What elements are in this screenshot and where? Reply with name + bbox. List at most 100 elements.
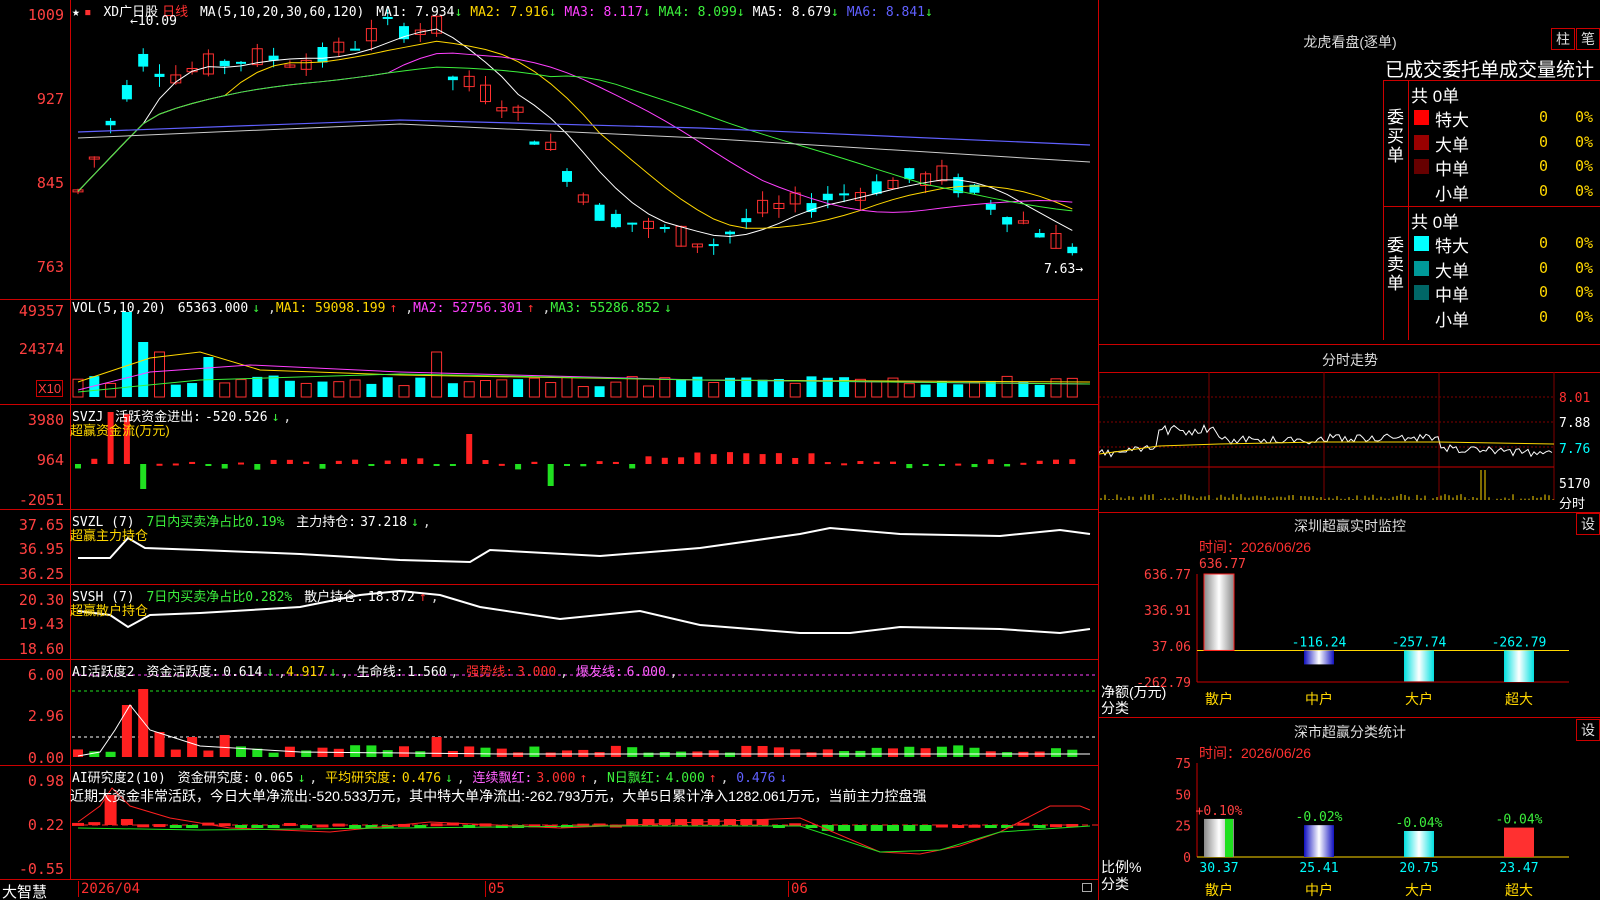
volume-bar bbox=[300, 382, 312, 398]
candlestick-chart[interactable] bbox=[0, 0, 1098, 300]
activity-bar bbox=[529, 746, 540, 757]
candle-down bbox=[659, 227, 670, 230]
flow-bar bbox=[238, 462, 244, 465]
count-view-button[interactable]: 笔 bbox=[1576, 28, 1600, 50]
sell-orders-label: 委卖单 bbox=[1387, 236, 1404, 293]
flow-bar bbox=[1053, 459, 1059, 464]
ai-research-panel[interactable]: 0.98 0.22 -0.55 AI研究度2(10) 资金研究度: 0.065 ↓,… bbox=[0, 766, 1098, 880]
candle-down bbox=[317, 47, 328, 63]
order-type-label: 特大 bbox=[1435, 111, 1469, 130]
classify-category: 中户 bbox=[1305, 882, 1333, 898]
flow-bar bbox=[303, 461, 310, 464]
dragon-title: 龙虎看盘(逐单) bbox=[1303, 34, 1397, 50]
date-label-may: 05 bbox=[485, 881, 505, 897]
research-bar bbox=[267, 825, 280, 828]
flow-bar bbox=[922, 464, 929, 466]
stats-tabs[interactable]: 已成交委托单成交量统计 bbox=[1385, 55, 1594, 82]
lock-icon[interactable] bbox=[1082, 883, 1092, 892]
order-swatch bbox=[1414, 260, 1429, 276]
svzj-tick-2: 964 bbox=[36, 451, 64, 469]
svsh-tick-1: 20.30 bbox=[18, 591, 64, 609]
candle-down bbox=[708, 244, 719, 247]
monitor-chart[interactable]: 636.77 336.91 37.06 -262.79 636.77 散户 -116.24 中… bbox=[1099, 552, 1600, 712]
volume-bar bbox=[757, 379, 768, 397]
candlestick-panel[interactable]: 1009 927 845 763 ★ ▪ XD广日股 日线 MA(5,10,20,3… bbox=[0, 0, 1098, 300]
research-bar bbox=[349, 825, 362, 828]
ma-value-5: MA5: 8.679↓ bbox=[752, 5, 839, 20]
flow-bar bbox=[221, 464, 228, 469]
svzj-subtitle: 超赢资金流(万元) bbox=[70, 423, 170, 438]
monitor-settings-button[interactable]: 设 bbox=[1576, 513, 1600, 535]
research-bar bbox=[935, 824, 948, 828]
intraday-vol-unit: 分时 bbox=[1559, 496, 1586, 511]
activity-bar bbox=[920, 748, 931, 757]
research-bar bbox=[984, 825, 997, 828]
activity-bar bbox=[219, 735, 230, 757]
flow-bar bbox=[580, 464, 587, 467]
order-swatch bbox=[1414, 236, 1429, 251]
classify-title: 深市超赢分类统计 bbox=[1294, 724, 1406, 740]
chart-area[interactable]: 1009 927 845 763 ★ ▪ XD广日股 日线 MA(5,10,20,3… bbox=[0, 0, 1098, 900]
svzl-tick-1: 37.65 bbox=[18, 516, 64, 534]
activity-bar bbox=[431, 737, 442, 757]
date-label-apr: 2026/04 bbox=[78, 881, 140, 897]
classify-category: 超大 bbox=[1505, 882, 1533, 898]
activity-bar bbox=[904, 746, 915, 757]
candle-down bbox=[610, 213, 621, 228]
svzl-panel[interactable]: 37.65 36.95 36.25 SVZL (7) 7日内买卖净占比0.19%… bbox=[0, 510, 1098, 585]
ma-line bbox=[77, 66, 1073, 212]
activity-bar bbox=[399, 746, 409, 757]
flow-bar bbox=[743, 453, 750, 464]
classify-change-label: -0.04% bbox=[1496, 813, 1543, 828]
order-count: 0 bbox=[1539, 283, 1549, 301]
svsh-panel[interactable]: 20.30 19.43 18.60 SVSH (7) 7日内买卖净占比0.282… bbox=[0, 585, 1098, 660]
volume-bar bbox=[1018, 382, 1029, 397]
activity-bar bbox=[725, 752, 735, 757]
ai1-legend: AI活跃度2 资金活跃度: 0.614 ↓ ,4.917 ↓, 生命线: 1.560, 强… bbox=[72, 665, 678, 680]
volume-bar bbox=[480, 380, 491, 398]
activity-bar bbox=[203, 750, 214, 757]
vol-unit-badge: X10 bbox=[36, 380, 64, 397]
favorite-star-icon[interactable]: ★ bbox=[72, 5, 80, 20]
volume-bar bbox=[105, 382, 117, 398]
order-count: 0 bbox=[1539, 108, 1549, 126]
activity-bar bbox=[154, 732, 165, 757]
activity-bar bbox=[741, 745, 752, 757]
svzj-panel[interactable]: 3980 964 -2051 SVZJ 活跃资金进出: -520.526 ↓, 超赢… bbox=[0, 405, 1098, 510]
classify-chart[interactable]: 75 50 25 0 +0.10% 30.37 散户 -0.02% 25.41 中户 -0.04% 2… bbox=[1099, 755, 1600, 900]
volume-panel[interactable]: 49357 24374 X10 VOL(5,10,20) 65363.000 ↓,… bbox=[0, 300, 1098, 405]
vol-tick-1: 49357 bbox=[18, 302, 64, 320]
classify-value-label: 23.47 bbox=[1499, 861, 1538, 876]
ai-activity-panel[interactable]: 6.00 2.96 0.00 AI活跃度2 资金活跃度: 0.614 ↓ ,4.917… bbox=[0, 660, 1098, 766]
order-type-label: 中单 bbox=[1435, 286, 1469, 305]
volume-bar bbox=[920, 384, 931, 397]
price-tick-1: 1009 bbox=[27, 6, 64, 24]
classify-settings-button[interactable]: 设 bbox=[1576, 719, 1600, 741]
ai2-tick-2: 0.22 bbox=[27, 816, 64, 834]
activity-bar bbox=[366, 745, 377, 757]
order-pct: 0% bbox=[1575, 157, 1594, 175]
order-pct: 0% bbox=[1575, 132, 1594, 151]
order-count: 0 bbox=[1539, 157, 1549, 175]
activity-bar bbox=[480, 747, 491, 757]
flow-bar bbox=[775, 453, 782, 464]
flow-bar bbox=[694, 452, 701, 464]
activity-bar bbox=[790, 749, 801, 757]
candle-down bbox=[447, 76, 458, 81]
intraday-chart[interactable] bbox=[1099, 372, 1600, 512]
intraday-price-3: 7.76 bbox=[1559, 442, 1591, 457]
classify-change-label: -0.02% bbox=[1296, 810, 1343, 825]
bar-view-button[interactable]: 柱 bbox=[1551, 28, 1575, 50]
volume-bar bbox=[773, 378, 784, 397]
monitor-title: 深圳超赢实时监控 bbox=[1294, 518, 1406, 534]
ma-spec: MA(5,10,20,30,60,120) bbox=[199, 5, 365, 20]
volume-bar bbox=[203, 357, 214, 397]
research-bar bbox=[186, 825, 199, 828]
date-axis[interactable]: 大智慧 2026/04 05 06 bbox=[0, 880, 1098, 900]
order-type-label: 大单 bbox=[1435, 135, 1469, 155]
flow-bar bbox=[678, 457, 685, 464]
ai-comment: 近期大资金非常活跃，今日大单净流出:-520.533万元，其中特大单净流出:-2… bbox=[70, 788, 927, 804]
candle-down bbox=[236, 61, 246, 64]
flow-bar bbox=[384, 460, 391, 464]
flow-bar bbox=[710, 454, 717, 464]
